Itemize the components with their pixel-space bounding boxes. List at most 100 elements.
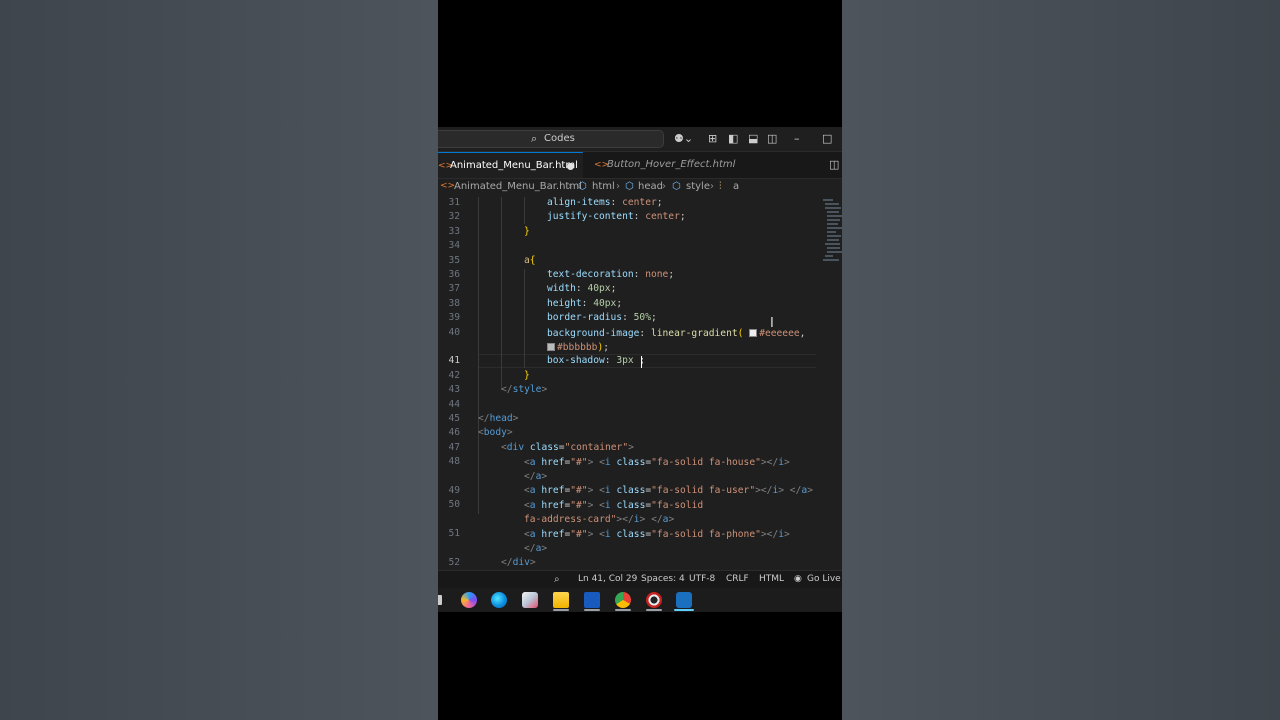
chevron-right-icon: › — [568, 181, 572, 192]
line-number: 47 — [448, 442, 460, 453]
ibeam-cursor-icon: I — [770, 316, 774, 331]
copilot-icon[interactable] — [461, 592, 477, 608]
toggle-secondary-sidebar-icon[interactable]: ◫ — [767, 132, 777, 146]
line-number: 40 — [448, 327, 460, 338]
maximize-icon[interactable]: □ — [822, 132, 832, 146]
code-line: </div> — [501, 557, 536, 568]
element-icon: ⬡ — [578, 181, 587, 192]
indent-guide — [524, 269, 525, 368]
breadcrumb-a[interactable]: a — [733, 181, 739, 192]
command-center-label: Codes — [544, 133, 575, 144]
vscode-window: ⌕ Codes ⚉⌄ ⊞ ◧ ⬓ ◫ – □ <> Animated_Menu_… — [438, 127, 842, 588]
breadcrumb-file[interactable]: Animated_Menu_Bar.html — [454, 181, 582, 192]
code-line: align-items: center; — [547, 197, 663, 208]
indent-guide — [501, 197, 502, 390]
split-editor-icon[interactable]: ◫ — [829, 158, 839, 171]
chrome-canary-icon[interactable] — [646, 592, 662, 608]
chrome-icon[interactable] — [615, 592, 631, 608]
line-number: 36 — [448, 269, 460, 280]
tab-button-hover-effect[interactable]: <> Button_Hover_Effect.html — [583, 152, 735, 178]
language-mode[interactable]: HTML — [759, 574, 784, 584]
vscode-icon[interactable] — [676, 592, 692, 608]
code-line: </style> — [501, 384, 548, 395]
minimap-line — [827, 215, 842, 217]
code-line: <body> — [478, 427, 513, 438]
zoom-icon[interactable]: ⌕ — [554, 574, 560, 585]
line-number: 33 — [448, 226, 460, 237]
running-indicator — [646, 609, 662, 611]
minimap-line — [827, 247, 840, 249]
element-icon: ⬡ — [625, 181, 634, 192]
editor-tab-bar: <> Animated_Menu_Bar.html <> Button_Hove… — [438, 152, 842, 179]
start-icon[interactable] — [438, 595, 442, 605]
minimize-icon[interactable]: – — [794, 132, 800, 146]
code-line: <a href="#"> <i class="fa-solid fa-addre… — [524, 500, 709, 526]
unsaved-dot-icon[interactable] — [567, 163, 574, 170]
line-number: 52 — [448, 557, 460, 568]
indent-guide — [524, 197, 525, 224]
running-indicator — [553, 609, 569, 611]
paint-icon[interactable] — [522, 592, 538, 608]
running-indicator — [584, 609, 600, 611]
line-number-gutter[interactable]: 31 32 33 34 35 36 37 38 39 40 41 42 43 4… — [438, 197, 464, 569]
copilot-icon[interactable]: ⚉⌄ — [674, 132, 693, 146]
minimap[interactable] — [823, 197, 842, 267]
code-line: justify-content: center; — [547, 211, 686, 222]
chevron-right-icon: › — [662, 181, 666, 192]
video-background-right — [842, 0, 1280, 720]
line-number: 34 — [448, 240, 460, 251]
title-bar: ⌕ Codes ⚉⌄ ⊞ ◧ ⬓ ◫ – □ — [438, 127, 842, 152]
customize-layout-icon[interactable]: ⊞ — [708, 132, 717, 146]
breadcrumb: <> Animated_Menu_Bar.html › ⬡ html › ⬡ h… — [438, 179, 842, 197]
minimap-line — [827, 219, 840, 221]
toggle-primary-sidebar-icon[interactable]: ◧ — [728, 132, 738, 146]
edge-icon[interactable] — [491, 592, 507, 608]
indentation[interactable]: Spaces: 4 — [641, 574, 685, 584]
line-ending[interactable]: CRLF — [726, 574, 749, 584]
line-number: 43 — [448, 384, 460, 395]
line-number: 37 — [448, 283, 460, 294]
code-line: text-decoration: none; — [547, 269, 675, 280]
search-icon: ⌕ — [531, 132, 538, 145]
code-line: } — [524, 226, 530, 237]
go-live-button[interactable]: Go Live — [807, 574, 841, 584]
minimap-line — [825, 203, 839, 205]
command-center[interactable]: ⌕ Codes — [438, 130, 664, 148]
tab-animated-menu-bar[interactable]: <> Animated_Menu_Bar.html — [438, 152, 583, 178]
code-line: border-radius: 50%; — [547, 312, 657, 323]
current-line-highlight — [478, 354, 816, 368]
cursor-position[interactable]: Ln 41, Col 29 — [578, 574, 637, 584]
word-icon[interactable] — [584, 592, 600, 608]
minimap-line — [825, 255, 833, 257]
breadcrumb-head[interactable]: head — [638, 181, 663, 192]
breadcrumb-style[interactable]: style — [686, 181, 710, 192]
html-file-icon: <> — [440, 181, 456, 191]
text-cursor — [641, 356, 642, 368]
minimap-line — [827, 223, 838, 225]
tab-label: Animated_Menu_Bar.html — [450, 160, 578, 171]
code-editor[interactable]: 31 32 33 34 35 36 37 38 39 40 41 42 43 4… — [438, 197, 842, 569]
css-selector-icon: ⫶ — [719, 181, 722, 192]
minimap-line — [825, 243, 840, 245]
code-line: <div class="container"> — [501, 442, 634, 453]
line-number: 42 — [448, 370, 460, 381]
line-number: 38 — [448, 298, 460, 309]
video-background-left — [0, 0, 438, 720]
code-line: width: 40px; — [547, 283, 617, 294]
encoding[interactable]: UTF-8 — [689, 574, 715, 584]
toggle-panel-icon[interactable]: ⬓ — [748, 132, 758, 146]
line-number: 49 — [448, 485, 460, 496]
line-number: 51 — [448, 528, 460, 539]
breadcrumb-html[interactable]: html — [592, 181, 615, 192]
minimap-line — [827, 227, 842, 229]
minimap-line — [827, 235, 841, 237]
minimap-line — [823, 199, 833, 201]
line-number: 50 — [448, 499, 460, 510]
line-number: 32 — [448, 211, 460, 222]
element-icon: ⬡ — [672, 181, 681, 192]
code-line: } — [524, 370, 530, 381]
line-number: 35 — [448, 255, 460, 266]
file-explorer-icon[interactable] — [553, 592, 569, 608]
tab-label: Button_Hover_Effect.html — [607, 159, 736, 170]
minimap-line — [825, 207, 841, 209]
